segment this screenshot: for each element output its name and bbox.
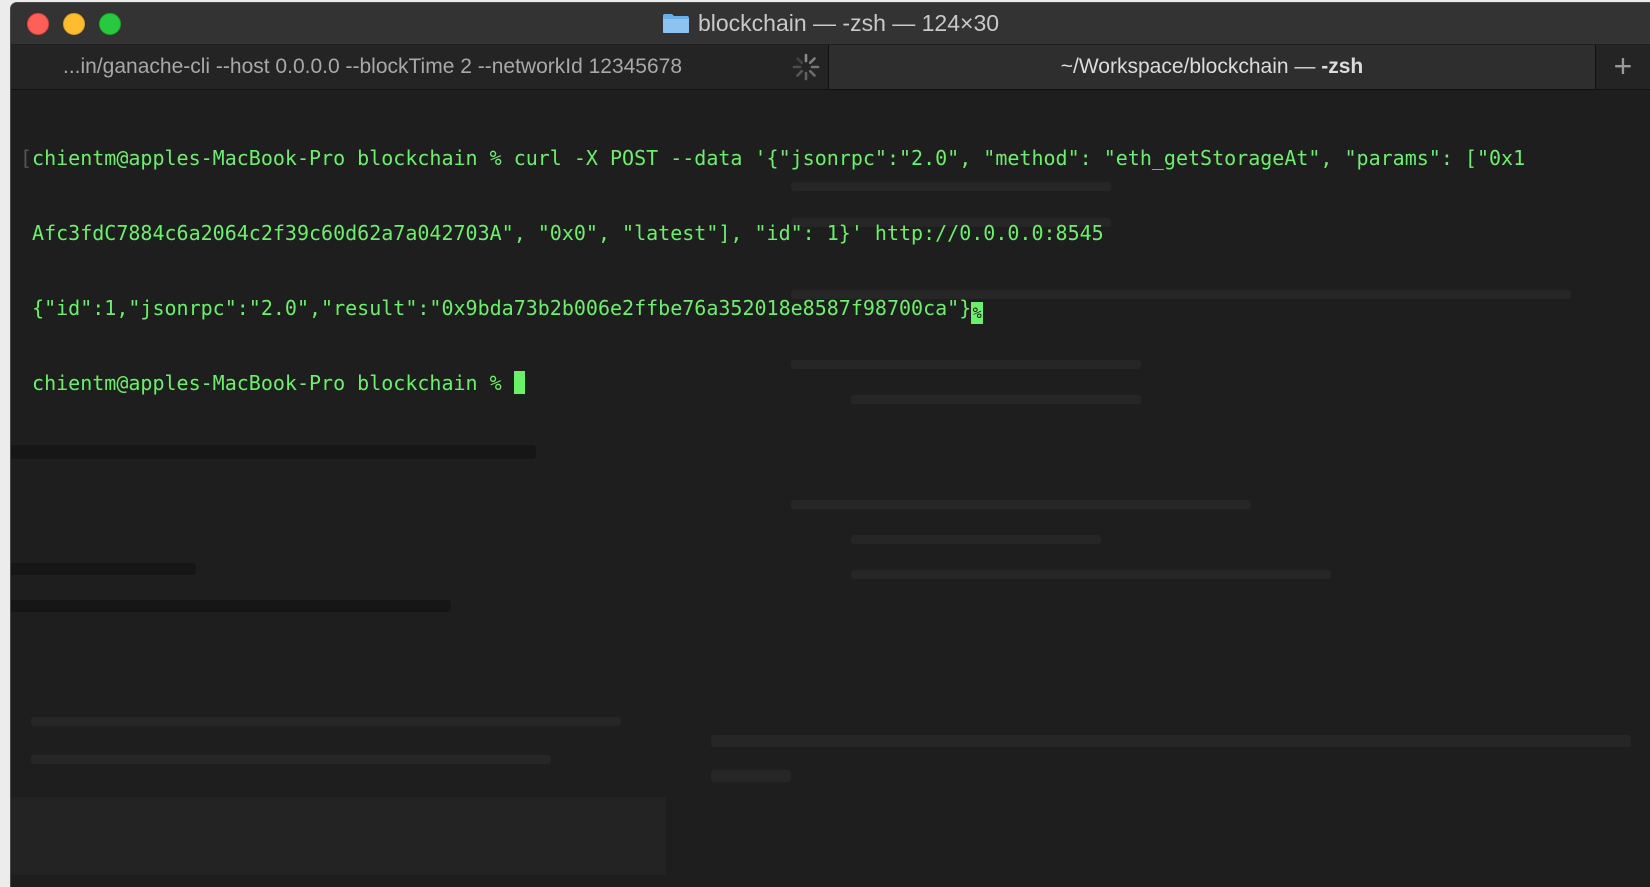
- background-blur: [11, 600, 451, 612]
- terminal-line-text: Afc3fdC7884c6a2064c2f39c60d62a7a042703A"…: [32, 221, 1104, 245]
- tab-ganache-label: ...in/ganache-cli --host 0.0.0.0 --block…: [63, 55, 683, 78]
- tab-zsh-label-bold: -zsh: [1321, 55, 1364, 78]
- terminal-prompt-line[interactable]: chientm@apples-MacBook-Pro blockchain %: [20, 371, 1525, 396]
- background-blur: [11, 445, 536, 459]
- tab-zsh[interactable]: ~/Workspace/blockchain — -zsh: [829, 45, 1596, 89]
- terminal-line: [chientm@apples-MacBook-Pro blockchain %…: [20, 146, 1525, 171]
- terminal-line: {"id":1,"jsonrpc":"2.0","result":"0x9bda…: [20, 296, 1525, 324]
- text-cursor: [513, 371, 525, 394]
- terminal-window: blockchain — -zsh — 124×30 ...in/ganache…: [11, 3, 1650, 887]
- window-title-area: blockchain — -zsh — 124×30: [11, 3, 1650, 44]
- background-blur: [791, 500, 1251, 509]
- background-blur: [711, 770, 791, 782]
- background-blur: [31, 755, 551, 764]
- terminal-line-text: chientm@apples-MacBook-Pro blockchain % …: [32, 146, 1526, 170]
- plus-icon: +: [1613, 48, 1633, 84]
- window-title: blockchain — -zsh — 124×30: [697, 10, 1000, 36]
- tab-zsh-label-prefix: ~/Workspace/blockchain —: [1060, 55, 1322, 78]
- terminal-output: [chientm@apples-MacBook-Pro blockchain %…: [20, 96, 1525, 446]
- title-bar[interactable]: blockchain — -zsh — 124×30: [11, 3, 1650, 45]
- terminal-line-text: {"id":1,"jsonrpc":"2.0","result":"0x9bda…: [32, 296, 972, 320]
- background-blur: [31, 717, 621, 726]
- new-tab-button[interactable]: +: [1596, 45, 1650, 89]
- background-blur: [851, 535, 1101, 544]
- background-blur: [11, 797, 666, 875]
- spinner-icon: [792, 53, 820, 81]
- folder-icon: [662, 14, 689, 33]
- terminal-content[interactable]: [chientm@apples-MacBook-Pro blockchain %…: [11, 90, 1650, 887]
- tab-bar: ...in/ganache-cli --host 0.0.0.0 --block…: [11, 45, 1650, 90]
- line-marker: [: [20, 146, 33, 170]
- background-blur: [11, 563, 196, 575]
- terminal-line: Afc3fdC7884c6a2064c2f39c60d62a7a042703A"…: [20, 221, 1525, 246]
- background-blur: [711, 735, 1631, 747]
- background-blur: [851, 570, 1331, 579]
- tab-ganache[interactable]: ...in/ganache-cli --host 0.0.0.0 --block…: [11, 45, 829, 89]
- prompt-text: chientm@apples-MacBook-Pro blockchain %: [32, 371, 514, 395]
- no-newline-marker: %: [971, 302, 984, 324]
